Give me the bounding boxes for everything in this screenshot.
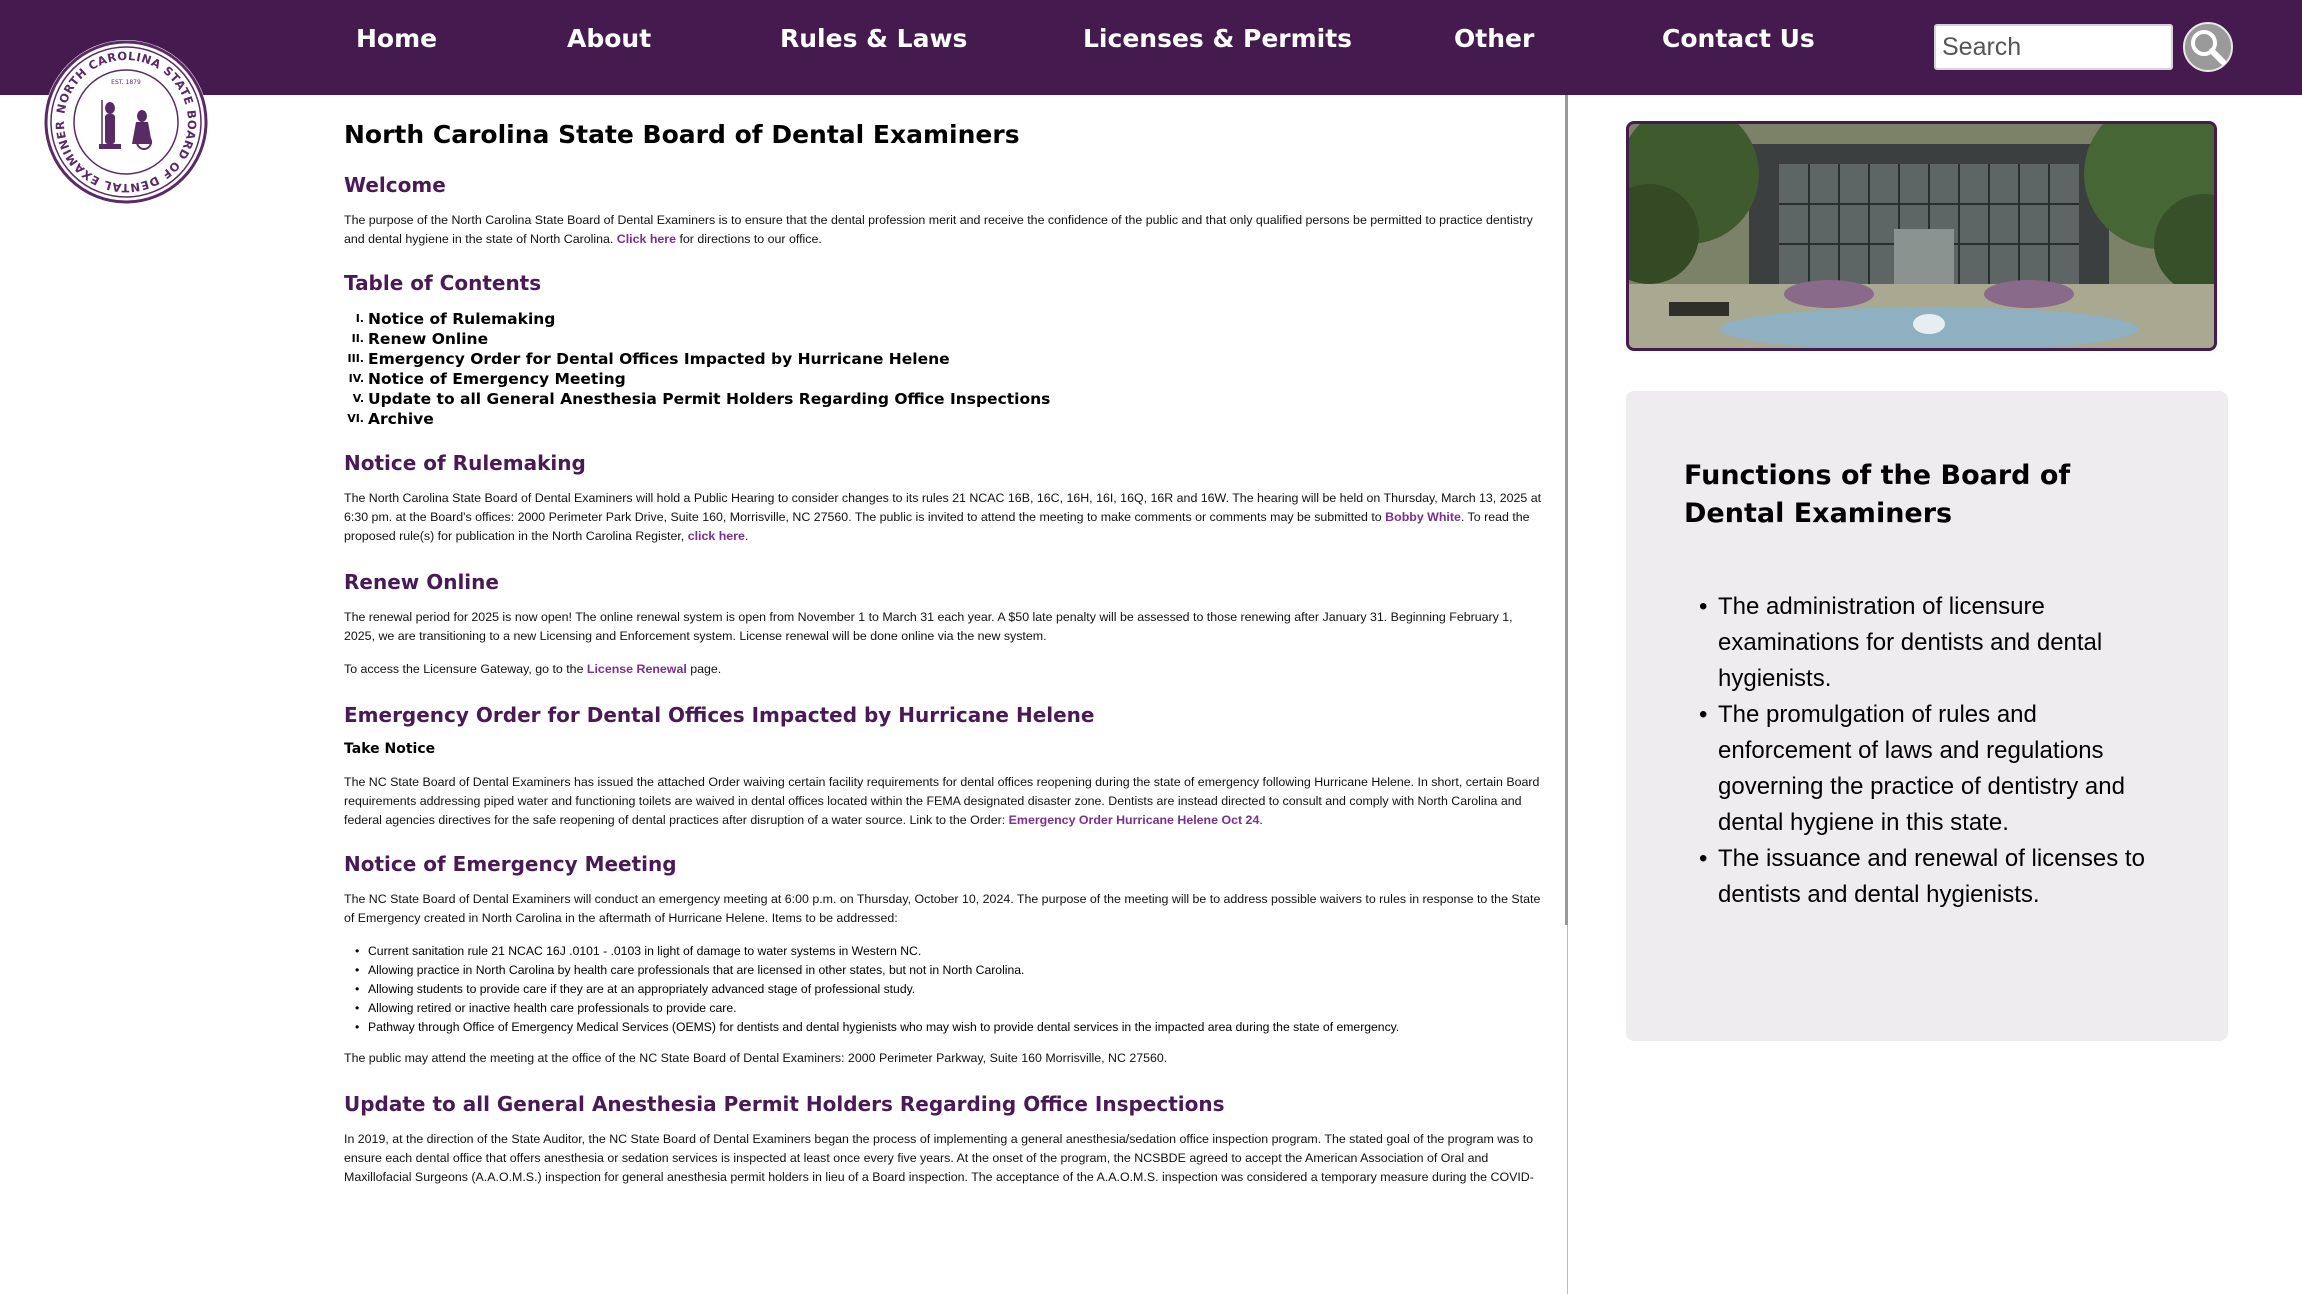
toc-item-emergency-order[interactable]: III. Emergency Order for Dental Offices I…: [344, 349, 1544, 369]
renew-heading: Renew Online: [344, 570, 499, 594]
emergency-order-text: The NC State Board of Dental Examiners h…: [344, 775, 1540, 827]
list-item: Allowing students to provide care if the…: [344, 980, 1544, 999]
nav-about[interactable]: About: [567, 24, 651, 53]
welcome-heading: Welcome: [344, 173, 446, 197]
list-item: The promulgation of rules and enforcemen…: [1684, 697, 2170, 841]
welcome-body: The purpose of the North Carolina State …: [344, 213, 1533, 246]
renew-gateway-text: To access the Licensure Gateway, go to t…: [344, 662, 722, 676]
emergency-meeting-heading: Notice of Emergency Meeting: [344, 852, 677, 876]
license-renewal-link[interactable]: License Renewal: [587, 662, 687, 676]
content-divider-lower: [1567, 925, 1568, 1294]
directions-link[interactable]: Click here: [617, 232, 676, 246]
svg-text:EST. 1879: EST. 1879: [111, 79, 141, 86]
table-of-contents: I. Notice of Rulemaking II. Renew Online I…: [344, 309, 1544, 429]
toc-item-anesthesia-update[interactable]: V. Update to all General Anesthesia Permi…: [344, 389, 1544, 409]
toc-heading: Table of Contents: [344, 271, 542, 295]
emergency-meeting-text: The NC State Board of Dental Examiners w…: [344, 892, 1541, 925]
toc-item-emergency-meeting[interactable]: IV. Notice of Emergency Meeting: [344, 369, 1544, 389]
welcome-after: for directions to our office.: [679, 232, 822, 246]
nav-home[interactable]: Home: [356, 24, 437, 53]
toc-item-renew-online[interactable]: II. Renew Online: [344, 329, 1544, 349]
emergency-order-heading: Emergency Order for Dental Offices Impac…: [344, 703, 1095, 727]
page-title: North Carolina State Board of Dental Exa…: [344, 120, 1020, 149]
search-button[interactable]: [2183, 22, 2233, 72]
nav-rules-laws[interactable]: Rules & Laws: [780, 24, 967, 53]
nav-contact-us[interactable]: Contact Us: [1662, 24, 1815, 53]
list-item: The issuance and renewal of licenses to …: [1684, 841, 2170, 913]
nav-licenses-permits[interactable]: Licenses & Permits: [1083, 24, 1352, 53]
welcome-text: The purpose of the North Carolina State …: [344, 211, 1544, 249]
toc-item-archive[interactable]: VI. Archive: [344, 409, 1544, 429]
proposed-rules-link[interactable]: click here: [688, 529, 745, 543]
board-seal-logo[interactable]: NORTH CAROLINA STATE BOARD OF DENTAL EXA…: [39, 29, 208, 204]
office-building-photo: [1626, 121, 2217, 351]
top-nav-bar: Home About Rules & Laws Licenses & Permi…: [0, 0, 2302, 95]
content-divider: [1565, 95, 1568, 925]
board-functions-card: Functions of the Board of Dental Examine…: [1626, 391, 2228, 1041]
list-item: Current sanitation rule 21 NCAC 16J .010…: [344, 942, 1544, 961]
list-item: The administration of licensure examinat…: [1684, 589, 2170, 697]
take-notice-label: Take Notice: [344, 741, 436, 757]
list-item: Allowing practice in North Carolina by h…: [344, 961, 1544, 980]
toc-item-rulemaking[interactable]: I. Notice of Rulemaking: [344, 309, 1544, 329]
main-content: North Carolina State Board of Dental Exa…: [344, 120, 1544, 1201]
nav-other[interactable]: Other: [1454, 24, 1534, 53]
rulemaking-text: The North Carolina State Board of Dental…: [344, 491, 1542, 543]
meeting-items-list: Current sanitation rule 21 NCAC 16J .010…: [344, 942, 1544, 1037]
anesthesia-text: In 2019, at the direction of the State A…: [344, 1132, 1534, 1184]
search-icon: [2191, 30, 2226, 65]
anesthesia-heading: Update to all General Anesthesia Permit …: [344, 1092, 1225, 1116]
bobby-white-link[interactable]: Bobby White: [1385, 510, 1461, 524]
list-item: Pathway through Office of Emergency Medi…: [344, 1018, 1544, 1037]
emergency-meeting-closing: The public may attend the meeting at the…: [344, 1051, 1168, 1065]
functions-title: Functions of the Board of Dental Examine…: [1684, 460, 2071, 529]
rulemaking-heading: Notice of Rulemaking: [344, 451, 586, 475]
list-item: Allowing retired or inactive health care…: [344, 999, 1544, 1018]
emergency-order-link[interactable]: Emergency Order Hurricane Helene Oct 24: [1009, 813, 1260, 827]
functions-list: The administration of licensure examinat…: [1684, 589, 2170, 913]
search-input[interactable]: [1934, 24, 2173, 70]
renew-text: The renewal period for 2025 is now open!…: [344, 610, 1513, 643]
